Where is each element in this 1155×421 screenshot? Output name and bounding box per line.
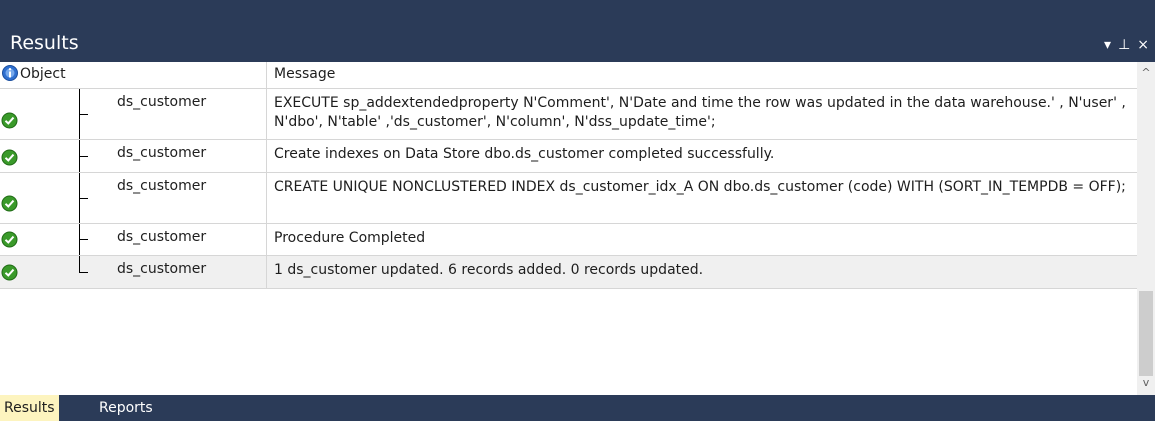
success-check-icon xyxy=(1,149,18,166)
table-row[interactable]: ds_customer EXECUTE sp_addextendedproper… xyxy=(0,89,1137,140)
column-header-object[interactable]: Object xyxy=(20,66,66,82)
success-check-icon xyxy=(1,264,18,281)
column-divider[interactable] xyxy=(266,62,267,88)
table-row[interactable]: ds_customer Procedure Completed xyxy=(0,224,1137,256)
row-object: ds_customer xyxy=(117,178,207,194)
row-message: EXECUTE sp_addextendedproperty N'Comment… xyxy=(274,95,1126,130)
row-object: ds_customer xyxy=(117,145,207,161)
tab-reports[interactable]: Reports xyxy=(95,395,157,421)
column-divider xyxy=(266,89,267,139)
row-object: ds_customer xyxy=(117,261,207,277)
scroll-up-icon[interactable]: ^ xyxy=(1137,66,1155,83)
panel-title: Results xyxy=(10,32,79,54)
success-check-icon xyxy=(1,112,18,129)
row-object: ds_customer xyxy=(117,229,207,245)
panel-title-buttons: ▾ ⊥ × xyxy=(1104,38,1149,52)
column-divider xyxy=(266,140,267,172)
bottom-tab-bar: Results Reports xyxy=(0,395,1155,421)
column-divider xyxy=(266,224,267,255)
row-message: CREATE UNIQUE NONCLUSTERED INDEX ds_cust… xyxy=(274,179,1126,195)
tree-branch xyxy=(79,156,88,157)
table-row[interactable]: ds_customer Create indexes on Data Store… xyxy=(0,140,1137,173)
close-icon[interactable]: × xyxy=(1137,38,1149,52)
table-row[interactable]: ds_customer CREATE UNIQUE NONCLUSTERED I… xyxy=(0,173,1137,224)
results-grid: Object Message ds_customer EXECUTE sp_ad… xyxy=(0,62,1155,395)
row-message: 1 ds_customer updated. 6 records added. … xyxy=(274,262,704,278)
row-object: ds_customer xyxy=(117,94,207,110)
scroll-down-icon[interactable]: v xyxy=(1137,376,1155,393)
tree-line xyxy=(79,256,80,272)
row-message: Procedure Completed xyxy=(274,230,426,246)
tab-results[interactable]: Results xyxy=(0,395,59,421)
dropdown-menu-icon[interactable]: ▾ xyxy=(1104,38,1111,52)
table-row-selected[interactable]: ds_customer 1 ds_customer updated. 6 rec… xyxy=(0,256,1137,289)
results-panel: Results ▾ ⊥ × Object Message ds_customer… xyxy=(0,0,1155,421)
tree-branch xyxy=(79,198,88,199)
info-icon xyxy=(2,65,18,81)
success-check-icon xyxy=(1,195,18,212)
column-divider xyxy=(266,173,267,223)
tree-branch xyxy=(79,114,88,115)
pin-icon[interactable]: ⊥ xyxy=(1118,38,1130,52)
grid-header: Object Message xyxy=(0,62,1137,89)
column-divider xyxy=(266,256,267,288)
tree-branch xyxy=(79,239,88,240)
column-header-message[interactable]: Message xyxy=(274,66,335,82)
tree-branch xyxy=(79,272,88,273)
scroll-thumb[interactable] xyxy=(1139,291,1153,376)
success-check-icon xyxy=(1,231,18,248)
panel-title-bar: Results ▾ ⊥ × xyxy=(0,0,1155,62)
row-message: Create indexes on Data Store dbo.ds_cust… xyxy=(274,146,775,162)
vertical-scrollbar[interactable]: ^ v xyxy=(1137,62,1155,395)
